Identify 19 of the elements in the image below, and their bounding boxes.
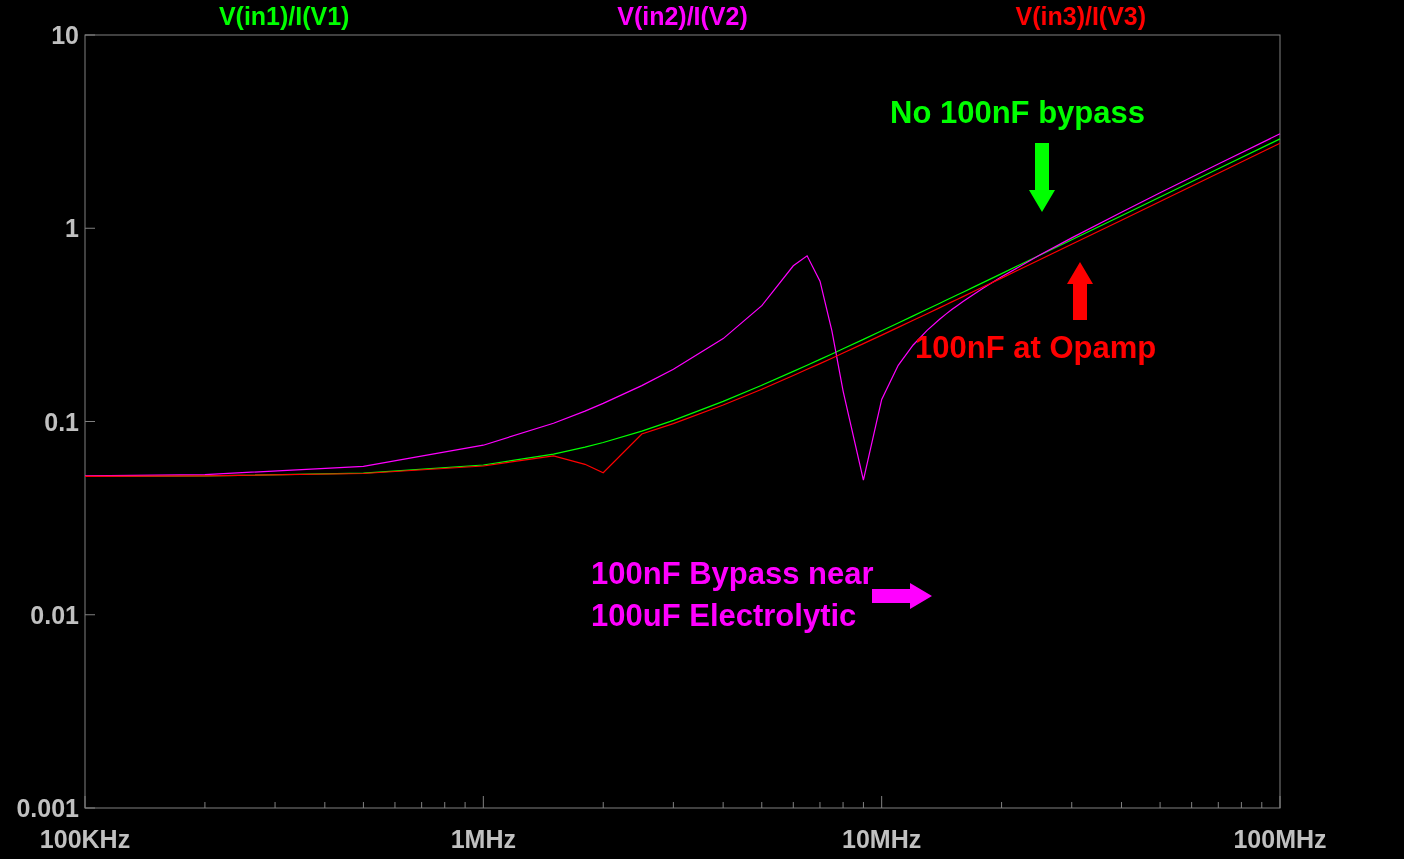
annotation-arrow [1029, 143, 1055, 212]
annotation-text: 100nF at Opamp [915, 330, 1157, 365]
x-axis-tick-label: 10MHz [842, 825, 922, 853]
x-axis-tick-label: 100KHz [39, 825, 131, 853]
annotation-arrow [872, 583, 932, 609]
y-axis-tick-label: 0.1 [44, 407, 79, 436]
y-axis-tick-label: 1 [65, 214, 79, 243]
y-axis-tick-label: 10 [51, 21, 79, 49]
annotation-text: 100uF Electrolytic [591, 598, 857, 633]
annotation-text: 100nF Bypass near [591, 556, 874, 591]
trace-label: V(in1)/I(V1) [218, 2, 350, 30]
annotation-text: No 100nF bypass [890, 95, 1145, 130]
trace-label: V(in3)/I(V3) [1015, 2, 1147, 30]
x-axis-tick-label: 1MHz [450, 825, 516, 853]
y-axis-tick-label: 0.001 [16, 794, 79, 822]
y-axis-tick-label: 0.01 [30, 600, 79, 629]
annotation-arrow [1067, 262, 1093, 320]
trace-label: V(in2)/I(V2) [617, 2, 748, 30]
x-axis-tick-label: 100MHz [1233, 825, 1327, 853]
